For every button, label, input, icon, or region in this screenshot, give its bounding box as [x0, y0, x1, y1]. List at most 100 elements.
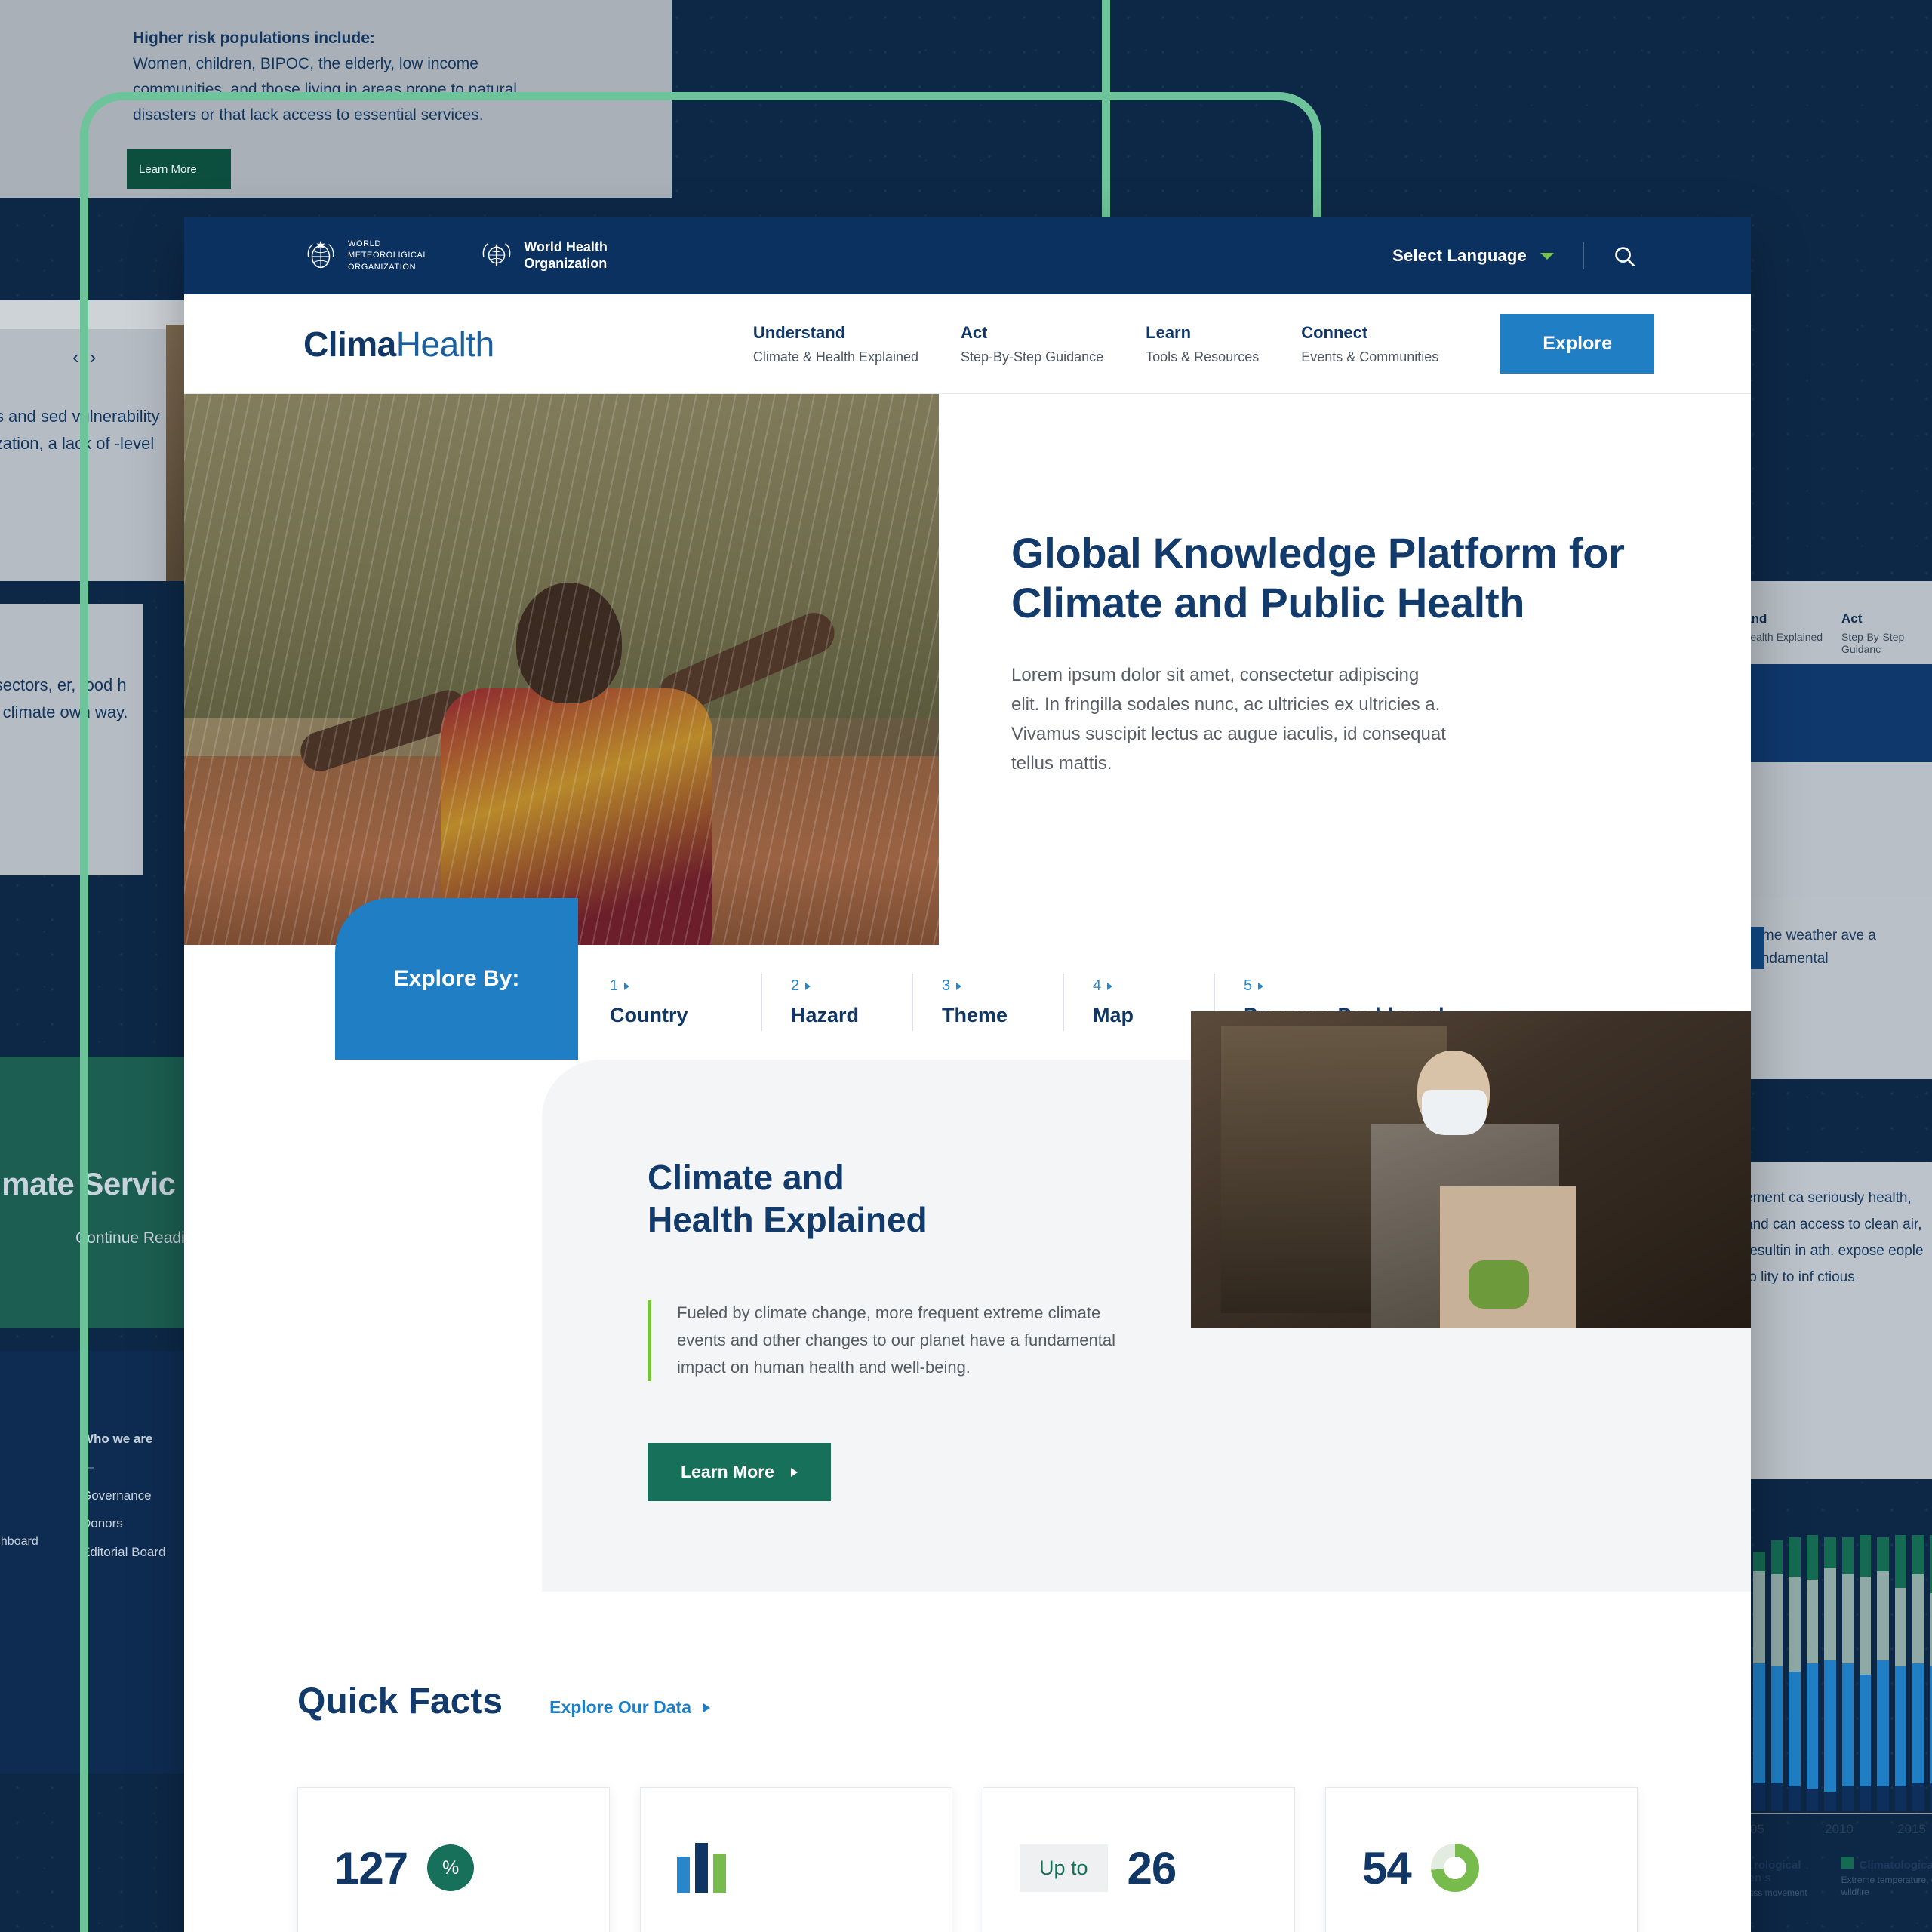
climahealth-homepage-card: WORLD METEOROLIGICAL ORGANIZATION World He…: [184, 217, 1751, 1932]
hero-text: Global Knowledge Platform for Climate an…: [939, 394, 1751, 945]
brand-logo[interactable]: ClimaHealth: [303, 324, 494, 365]
up-to-chip: Up to: [1020, 1844, 1108, 1892]
bg-chart-bar: [1789, 1532, 1801, 1811]
nav-item-understand[interactable]: Understand Climate & Health Explained: [732, 323, 940, 365]
nav-items: Understand Climate & Health Explained Ac…: [732, 314, 1654, 374]
nav-item-act[interactable]: Act Step-By-Step Guidance: [940, 323, 1124, 365]
percent-badge-icon: %: [427, 1844, 475, 1892]
bg-chart-bar: [1894, 1532, 1907, 1811]
explained-quote: Fueled by climate change, more frequent …: [648, 1300, 1123, 1382]
bg-bar-chart: 2005 2010 2015 rological even s , mass m…: [1736, 1532, 1932, 1900]
explore-our-data-link[interactable]: Explore Our Data: [549, 1697, 710, 1718]
bg-right-nav-1: Act Step-By-Step Guidanc: [1841, 611, 1905, 655]
arrow-right-icon: [805, 982, 811, 990]
bg-climate-services-link[interactable]: Continue Reading: [75, 1226, 202, 1251]
bg-footer-heading: Who we are: [82, 1432, 153, 1446]
quick-facts-section: Quick Facts Explore Our Data 127 % Lorem…: [184, 1592, 1751, 1932]
nav-item-connect[interactable]: Connect Events & Communities: [1280, 323, 1460, 365]
explore-by-item-hazard[interactable]: 2 Hazard: [761, 974, 912, 1031]
nav-item-learn[interactable]: Learn Tools & Resources: [1124, 323, 1280, 365]
quick-facts-header: Quick Facts Explore Our Data: [297, 1681, 1638, 1722]
quick-fact-card[interactable]: Lorem ipsum dolor sit amet, consectetur …: [640, 1787, 952, 1932]
explore-button[interactable]: Explore: [1500, 314, 1654, 374]
organization-logos: WORLD METEOROLIGICAL ORGANIZATION World He…: [303, 238, 608, 273]
bg-chart-bar: [1859, 1532, 1872, 1811]
quick-fact-value: 127: [334, 1842, 408, 1894]
bg-sectors-text: te change sectors, er, food h systems - …: [0, 675, 128, 721]
search-button[interactable]: [1613, 245, 1636, 268]
explore-by-label: Explore By:: [335, 898, 578, 1060]
select-language-label: Select Language: [1392, 246, 1527, 265]
bg-risk-body: Women, children, BIPOC, the elderly, low…: [133, 55, 517, 125]
explore-by-item-country[interactable]: 1 Country: [610, 974, 761, 1031]
bg-slider-arrows[interactable]: ‹ ›: [72, 347, 96, 367]
bg-risk-text: Higher risk populations include: Women, …: [133, 26, 555, 128]
topbar-divider: [1583, 242, 1584, 269]
bg-coastal-topstrip: [0, 300, 189, 329]
climate-health-explained-section: Climate and Health Explained Fueled by c…: [542, 1011, 1751, 1592]
hero-section: Global Knowledge Platform for Climate an…: [184, 394, 1751, 945]
bg-chart-legend-item: Climatological events Extreme temperatur…: [1841, 1857, 1932, 1900]
bg-chart-legend: rological even s , mass movement Climato…: [1736, 1857, 1932, 1900]
bg-chart-bar: [1824, 1532, 1836, 1811]
bg-footer-links: Who we are — Governance Donors Editorial…: [82, 1432, 166, 1559]
explore-by-item-theme[interactable]: 3 Theme: [912, 974, 1063, 1031]
arrow-right-icon: [956, 982, 962, 990]
arrow-right-icon: [790, 1467, 798, 1477]
explained-learn-more-button[interactable]: Learn More: [648, 1443, 831, 1502]
quick-fact-value: 54: [1362, 1842, 1412, 1894]
donut-chart-icon: [1430, 1844, 1479, 1893]
arrow-right-icon: [703, 1703, 710, 1712]
arrow-right-icon: [1258, 982, 1264, 990]
bg-right-small-text: reme weather ave a fundamental: [1749, 928, 1876, 967]
quick-fact-value-row: 54: [1362, 1836, 1601, 1900]
bg-footer-item-2[interactable]: Editorial Board: [82, 1545, 166, 1559]
quick-fact-card[interactable]: Up to 26 Lorem ipsum dolor sit amet, con…: [983, 1787, 1295, 1932]
bg-chart-bar: [1841, 1532, 1854, 1811]
brand-primary: Clima: [303, 324, 396, 364]
explained-content: Climate and Health Explained Fueled by c…: [542, 1156, 1168, 1502]
quick-facts-title: Quick Facts: [297, 1681, 503, 1722]
quick-fact-value: 26: [1127, 1842, 1177, 1894]
who-logo[interactable]: World Health Organization: [479, 238, 608, 273]
bg-footer-item-1[interactable]: Donors: [82, 1516, 123, 1531]
quick-fact-card[interactable]: 127 % Lorem ipsum dolor sit amet, consec…: [297, 1787, 610, 1932]
bg-chart-bar: [1753, 1532, 1765, 1811]
bg-footer-item-0[interactable]: Governance: [82, 1488, 152, 1503]
bg-chart-bar: [1770, 1532, 1783, 1811]
hero-title: Global Knowledge Platform for Climate an…: [1011, 529, 1625, 627]
bar-chart-icon: [677, 1843, 726, 1894]
bg-risk-heading: Higher risk populations include:: [133, 29, 375, 47]
bg-footer-extra: ashboard: [0, 1535, 38, 1548]
utility-topbar: WORLD METEOROLIGICAL ORGANIZATION World He…: [184, 217, 1751, 294]
quick-facts-cards: 127 % Lorem ipsum dolor sit amet, consec…: [297, 1787, 1638, 1932]
bg-chart-bar: [1912, 1532, 1924, 1811]
bg-right-text-block: ement ca seriously health, and can acces…: [1745, 1190, 1924, 1286]
hero-body: Lorem ipsum dolor sit amet, consectetur …: [1011, 665, 1446, 774]
bg-chart-bars: [1736, 1532, 1932, 1811]
bg-chart-axis: [1736, 1813, 1932, 1814]
quick-fact-value-row: Up to 26: [1020, 1836, 1258, 1900]
who-emblem-icon: [482, 243, 511, 266]
arrow-right-icon: [1107, 982, 1113, 990]
wmo-logo[interactable]: WORLD METEOROLIGICAL ORGANIZATION: [303, 238, 428, 273]
chevron-left-icon[interactable]: ‹: [72, 347, 79, 367]
bg-right-strip: [1721, 664, 1932, 762]
main-navigation: ClimaHealth Understand Climate & Health …: [184, 294, 1751, 394]
chevron-down-icon: [1540, 252, 1554, 260]
quick-fact-value-row: [677, 1836, 915, 1900]
bg-chart-years: 2005 2010 2015: [1736, 1822, 1926, 1836]
brand-secondary: Health: [395, 324, 494, 364]
bg-chart-bar: [1877, 1532, 1889, 1811]
select-language-dropdown[interactable]: Select Language: [1392, 246, 1554, 266]
bg-sectors-panel: [0, 604, 143, 875]
wmo-emblem-icon: [307, 240, 334, 269]
hero-image: [184, 394, 939, 945]
arrow-right-icon: [624, 982, 630, 990]
explained-image: [1191, 1011, 1751, 1328]
quick-fact-card[interactable]: 54 Lorem ipsum dolor sit amet, consectet…: [1325, 1787, 1638, 1932]
who-logo-text: World Health Organization: [524, 239, 608, 271]
chevron-right-icon[interactable]: ›: [90, 347, 97, 367]
bg-learn-more-button[interactable]: Learn More: [127, 149, 231, 189]
explained-title: Climate and Health Explained: [648, 1158, 928, 1240]
